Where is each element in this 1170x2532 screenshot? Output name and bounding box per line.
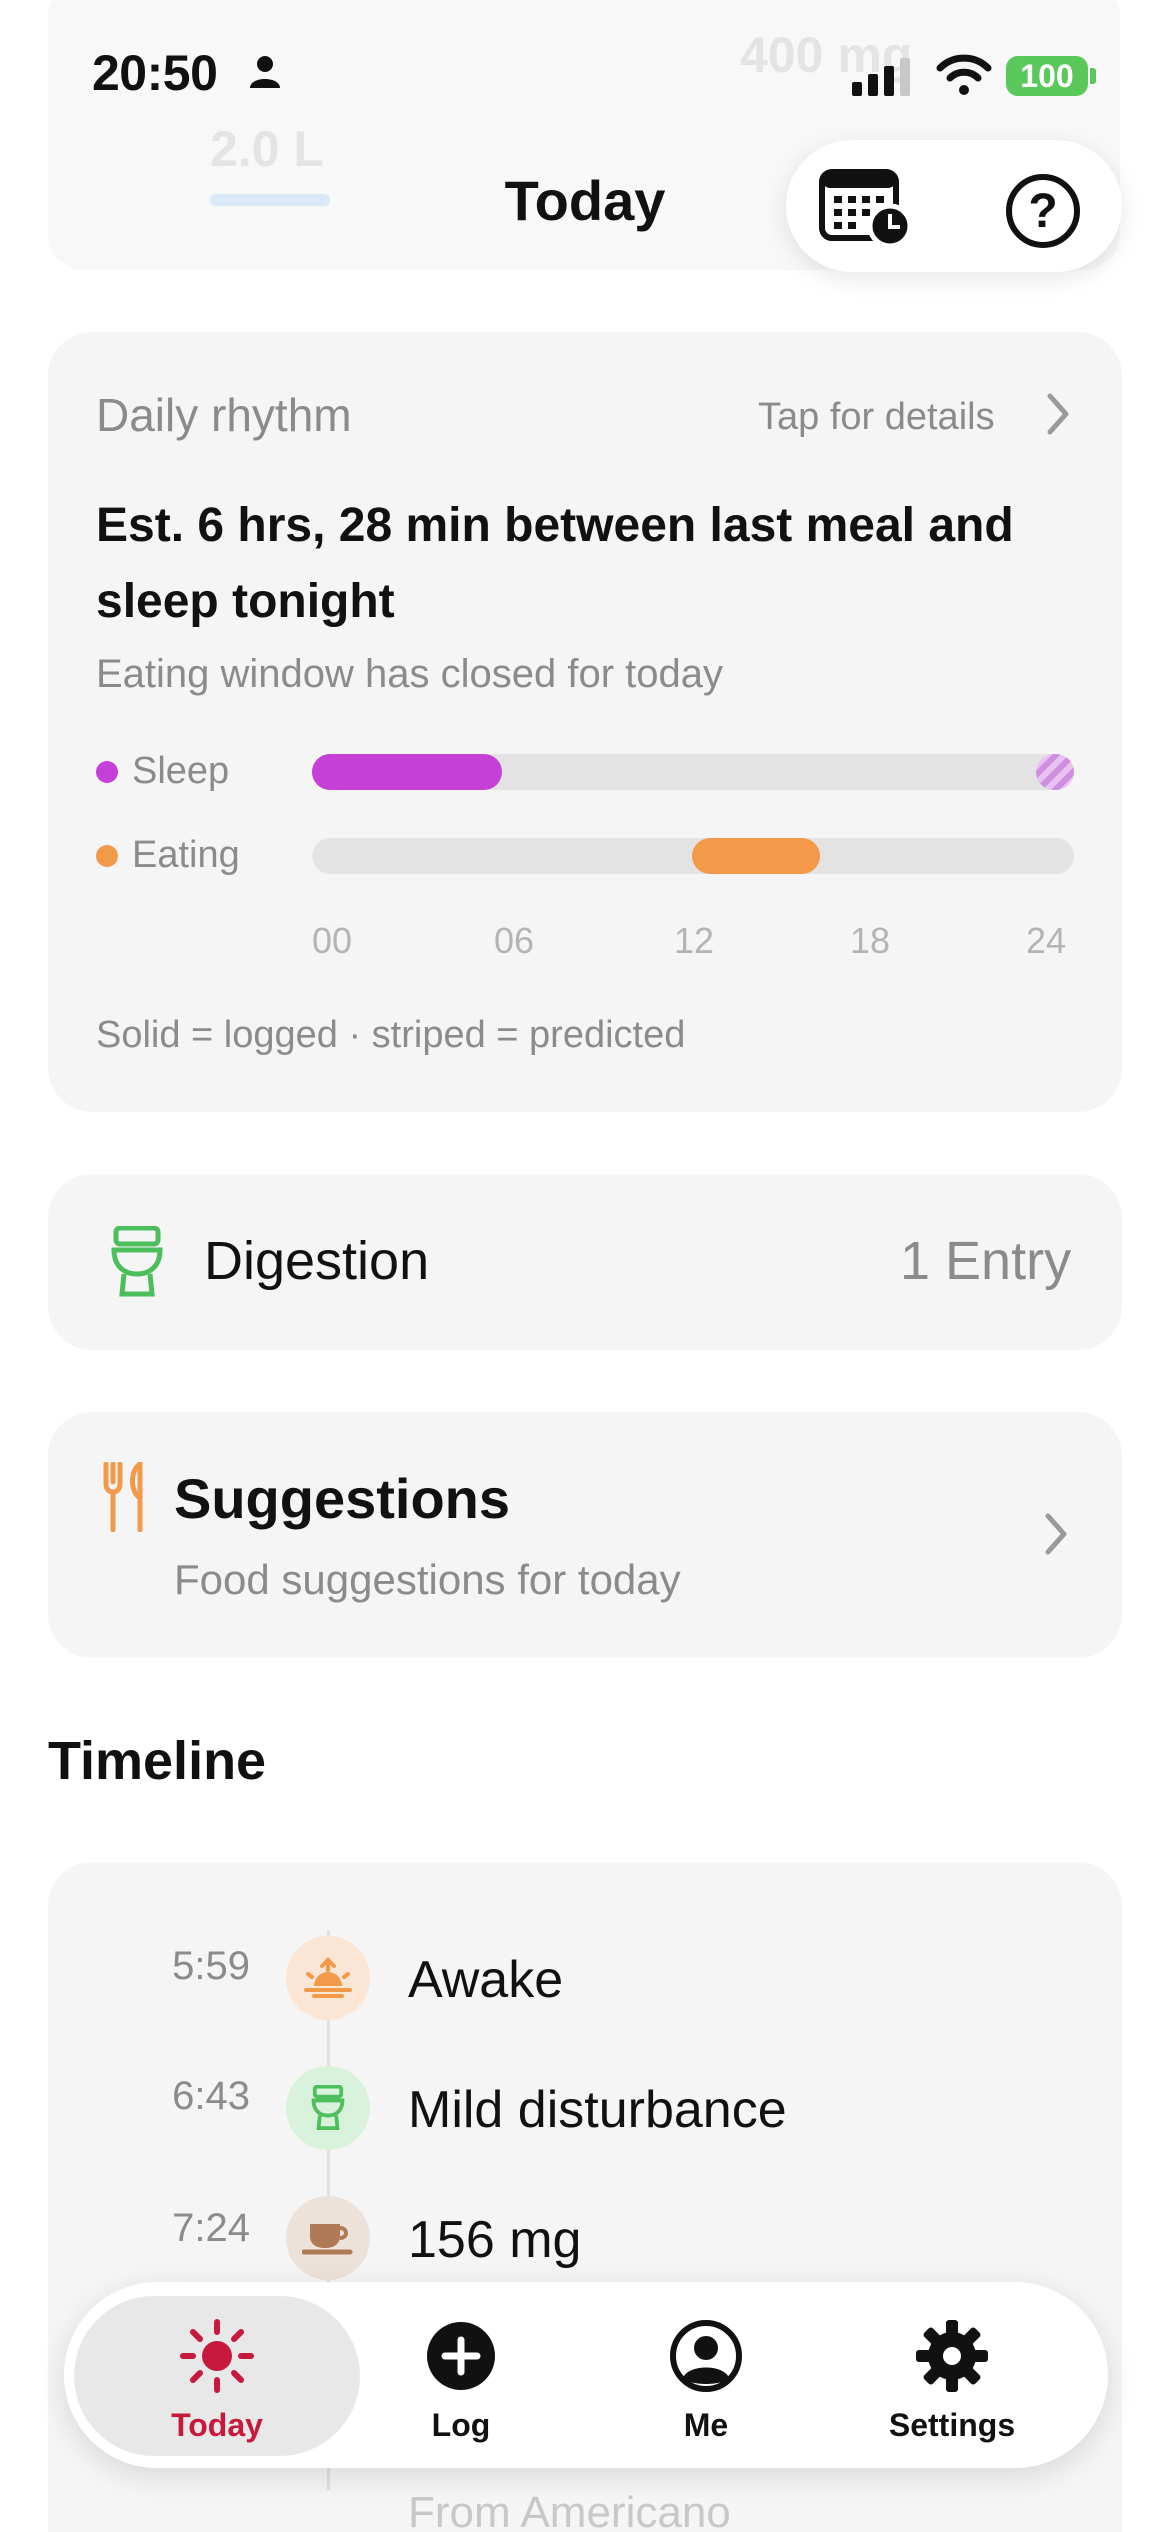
timeline-label: Awake	[408, 1951, 564, 2009]
chevron-right-icon	[1045, 1513, 1067, 1555]
wifi-icon	[936, 54, 992, 95]
suggestions-subtitle: Food suggestions for today	[174, 1556, 681, 1603]
status-time: 20:50	[92, 45, 218, 101]
sleep-predicted-bar	[1036, 754, 1074, 790]
fork-knife-icon	[103, 1462, 143, 1532]
tab-label: Log	[431, 2407, 491, 2443]
digestion-title: Digestion	[204, 1231, 430, 1291]
timeline-heading: Timeline	[48, 1731, 267, 1791]
toilet-icon	[311, 2085, 345, 2131]
battery-indicator: 100	[1006, 56, 1088, 96]
eating-legend-dot	[96, 845, 118, 867]
chevron-right-icon	[1047, 393, 1069, 435]
axis-tick-00: 00	[312, 920, 353, 961]
axis-tick-18: 18	[850, 920, 891, 961]
tab-settings[interactable]: Settings	[852, 2316, 1052, 2444]
coffee-cup-icon	[302, 2224, 353, 2255]
tab-label: Settings	[888, 2407, 1016, 2443]
axis-tick-12: 12	[674, 920, 715, 961]
tab-label: Me	[683, 2407, 729, 2443]
daily-rhythm-footnote: Solid = logged · striped = predicted	[96, 1014, 686, 1056]
daily-rhythm-headline: Est. 6 hrs, 28 min between last meal and…	[96, 499, 1014, 628]
sleep-logged-bar	[312, 754, 502, 790]
calendar-clock-icon[interactable]	[818, 164, 914, 248]
person-circle-icon	[670, 2320, 742, 2392]
tab-log[interactable]: Log	[361, 2316, 561, 2444]
timeline-time: 5:59	[172, 1944, 250, 1988]
timeline-detail: From Americano	[408, 2488, 731, 2532]
plus-circle-icon	[427, 2322, 495, 2390]
sleep-legend-label: Sleep	[132, 750, 230, 792]
sleep-legend-dot	[96, 761, 118, 783]
battery-nub	[1090, 68, 1096, 84]
suggestions-card[interactable]	[48, 1412, 1122, 1658]
tap-for-details-link[interactable]: Tap for details	[758, 396, 995, 439]
toilet-icon	[111, 1226, 163, 1297]
timeline-icon-awake	[286, 1936, 370, 2020]
timeline-time: 6:43	[172, 2074, 250, 2118]
timeline-label: 156 mg	[408, 2211, 582, 2269]
daily-rhythm-subtitle: Eating window has closed for today	[96, 652, 724, 696]
cellular-signal-icon	[852, 58, 910, 96]
timeline-icon-digestion	[286, 2066, 370, 2150]
eating-logged-bar	[692, 838, 820, 874]
tab-label: Today	[171, 2407, 263, 2443]
axis-tick-24: 24	[1026, 920, 1067, 961]
daily-rhythm-title: Daily rhythm	[96, 389, 352, 441]
tab-today[interactable]: Today	[117, 2316, 317, 2444]
timeline-label: Mild disturbance	[408, 2081, 787, 2139]
daily-rhythm-card[interactable]	[48, 332, 1122, 1112]
question-mark-icon: ?	[1028, 184, 1058, 238]
timeline-icon-caffeine	[286, 2196, 370, 2280]
digestion-entry-count: 1 Entry	[900, 1231, 1072, 1291]
help-button[interactable]: ?	[1006, 174, 1080, 248]
timeline-time: 7:24	[172, 2206, 250, 2250]
tab-me[interactable]: Me	[606, 2316, 806, 2444]
person-icon	[250, 56, 280, 88]
sunrise-icon	[304, 1957, 352, 1998]
suggestions-title: Suggestions	[174, 1467, 511, 1530]
axis-tick-06: 06	[494, 920, 535, 961]
eating-legend-label: Eating	[132, 834, 240, 876]
sun-icon	[180, 2319, 254, 2393]
gear-icon	[916, 2320, 988, 2392]
